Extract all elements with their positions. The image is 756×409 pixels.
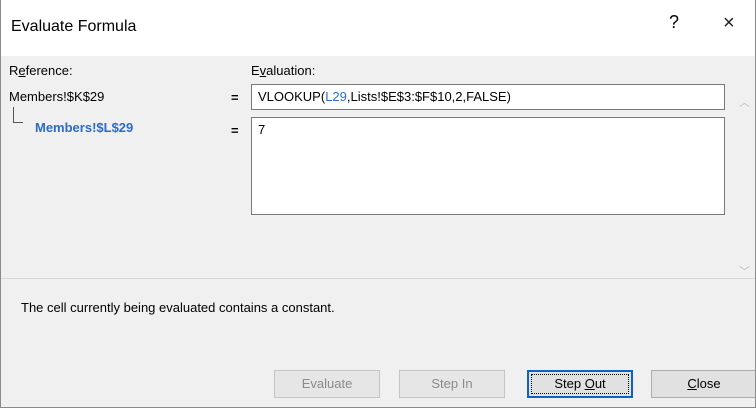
scroll-up-icon[interactable]: ︿ — [739, 94, 750, 110]
tree-connector-vertical — [13, 107, 14, 123]
vertical-scrollbar[interactable] — [739, 84, 753, 278]
equals-sign: = — [231, 90, 239, 105]
evaluation-formula-box: VLOOKUP(L29,Lists!$E$3:$F$10,2,FALSE) — [251, 84, 725, 110]
dialog-title: Evaluate Formula — [11, 18, 137, 35]
step-out-button[interactable]: Step Out — [527, 370, 633, 398]
reference-sub: Members!$L$29 — [35, 120, 134, 135]
reference-main: Members!$K$29 — [9, 89, 105, 104]
evaluate-formula-dialog: Evaluate Formula ? × Reference: Evaluati… — [0, 0, 756, 408]
step-in-button[interactable]: Step In — [399, 370, 505, 398]
close-icon[interactable]: × — [723, 12, 735, 35]
scroll-down-icon[interactable]: ﹀ — [739, 263, 750, 279]
evaluation-sub-box: 7 — [251, 117, 725, 215]
formula-highlight: L29 — [325, 89, 347, 104]
help-button[interactable]: ? — [669, 12, 679, 33]
title-bar: Evaluate Formula ? × — [1, 0, 755, 56]
evaluate-button[interactable]: Evaluate — [274, 370, 380, 398]
status-message: The cell currently being evaluated conta… — [21, 300, 335, 315]
close-button[interactable]: Close — [651, 370, 755, 398]
tree-connector-horizontal — [13, 122, 23, 123]
equals-sign: = — [231, 123, 239, 138]
reference-label: Reference: — [9, 63, 73, 78]
evaluation-label: Evaluation: — [251, 63, 316, 78]
divider — [1, 278, 755, 279]
